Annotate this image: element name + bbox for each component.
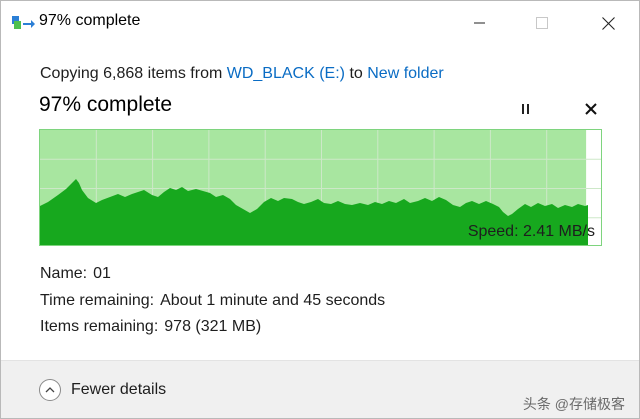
maximize-icon [536, 17, 548, 29]
minimize-icon [474, 22, 485, 24]
progress-title: 97% complete [39, 93, 173, 116]
time-remaining-label: Time remaining: [40, 292, 155, 309]
speed-label: Speed: 2.41 MB/s [467, 223, 595, 240]
fewer-details-button[interactable]: Fewer details [39, 378, 166, 402]
fewer-details-label: Fewer details [71, 381, 167, 398]
pause-button[interactable] [515, 98, 537, 120]
minimize-button[interactable] [457, 1, 503, 45]
close-icon [601, 16, 615, 30]
pause-icon [522, 104, 529, 114]
maximize-button[interactable] [519, 1, 565, 45]
time-remaining-row: Time remaining: About 1 minute and 45 sec… [40, 292, 385, 310]
chevron-up-icon [39, 379, 61, 401]
copy-prefix-text: Copying 6,868 items from [40, 65, 227, 82]
time-remaining-value: About 1 minute and 45 seconds [160, 292, 386, 309]
watermark-text: 头条 @存储极客 [522, 396, 625, 412]
window-title: 97% complete [39, 12, 141, 29]
cancel-copy-button[interactable] [579, 97, 603, 121]
close-icon [585, 103, 597, 115]
close-button[interactable] [585, 1, 631, 45]
items-remaining-value: 978 (321 MB) [164, 318, 262, 335]
destination-link[interactable]: New folder [367, 65, 443, 82]
title-bar[interactable]: 97% complete [1, 1, 639, 45]
name-label: Name: [40, 265, 88, 282]
source-link[interactable]: WD_BLACK (E:) [227, 65, 345, 82]
items-remaining-row: Items remaining: 978 (321 MB) [40, 318, 261, 336]
copy-middle-text: to [345, 65, 368, 82]
name-row: Name: 01 [40, 265, 111, 283]
dialog-footer: Fewer details 头条 @存储极客 [1, 360, 639, 418]
name-value: 01 [93, 265, 111, 282]
copy-progress-dialog: 97% complete Copying 6,868 items from WD… [0, 0, 640, 419]
copy-summary: Copying 6,868 items from WD_BLACK (E:) t… [40, 65, 444, 83]
items-remaining-label: Items remaining: [40, 318, 159, 335]
copy-files-icon [12, 15, 36, 31]
transfer-speed-graph: Speed: 2.41 MB/s [39, 129, 602, 246]
